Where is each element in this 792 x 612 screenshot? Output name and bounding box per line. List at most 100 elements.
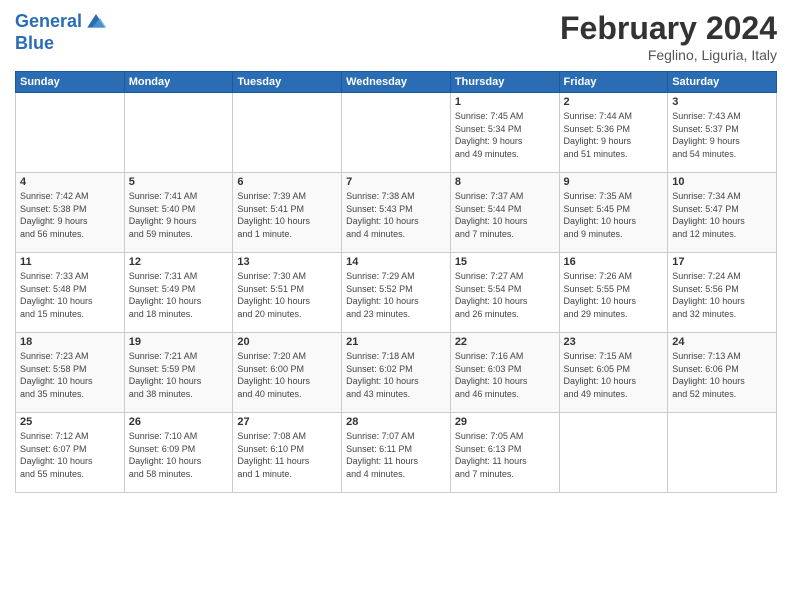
day-info: Sunrise: 7:10 AM Sunset: 6:09 PM Dayligh… xyxy=(129,430,229,480)
day-number: 29 xyxy=(455,416,555,428)
month-title: February 2024 xyxy=(560,10,777,47)
week-row-3: 11 Sunrise: 7:33 AM Sunset: 5:48 PM Dayli… xyxy=(16,253,777,333)
day-info: Sunrise: 7:24 AM Sunset: 5:56 PM Dayligh… xyxy=(672,270,772,320)
day-info: Sunrise: 7:45 AM Sunset: 5:34 PM Dayligh… xyxy=(455,110,555,160)
calendar-cell: 20Sunrise: 7:20 AM Sunset: 6:00 PM Dayli… xyxy=(233,333,342,413)
day-number: 7 xyxy=(346,176,446,188)
day-info: Sunrise: 7:34 AM Sunset: 5:47 PM Dayligh… xyxy=(672,190,772,240)
day-info: Sunrise: 7:30 AM Sunset: 5:51 PM Dayligh… xyxy=(237,270,337,320)
calendar-cell: 7Sunrise: 7:38 AM Sunset: 5:43 PM Daylig… xyxy=(342,173,451,253)
calendar-cell xyxy=(559,413,668,493)
day-number: 22 xyxy=(455,336,555,348)
weekday-monday: Monday xyxy=(124,72,233,93)
weekday-friday: Friday xyxy=(559,72,668,93)
day-info: Sunrise: 7:41 AM Sunset: 5:40 PM Dayligh… xyxy=(129,190,229,240)
week-row-5: 25 Sunrise: 7:12 AM Sunset: 6:07 PM Dayli… xyxy=(16,413,777,493)
day-number: 10 xyxy=(672,176,772,188)
week-row-1: 1 Sunrise: 7:45 AM Sunset: 5:34 PM Daylig… xyxy=(16,93,777,173)
title-block: February 2024 Feglino, Liguria, Italy xyxy=(560,10,777,63)
day-info: Sunrise: 7:31 AM Sunset: 5:49 PM Dayligh… xyxy=(129,270,229,320)
day-number: 8 xyxy=(455,176,555,188)
day-number: 25 xyxy=(20,416,120,428)
calendar-cell: 13 Sunrise: 7:30 AM Sunset: 5:51 PM Dayli… xyxy=(233,253,342,333)
calendar-cell xyxy=(16,93,125,173)
calendar-cell xyxy=(233,93,342,173)
day-info: Sunrise: 7:44 AM Sunset: 5:36 PM Dayligh… xyxy=(564,110,664,160)
logo-text: General xyxy=(15,12,82,32)
day-info: Sunrise: 7:15 AM Sunset: 6:05 PM Dayligh… xyxy=(564,350,664,400)
day-info: Sunrise: 7:27 AM Sunset: 5:54 PM Dayligh… xyxy=(455,270,555,320)
day-number: 24 xyxy=(672,336,772,348)
logo-icon xyxy=(84,10,108,34)
day-number: 2 xyxy=(564,96,664,108)
day-number: 6 xyxy=(237,176,337,188)
day-info: Sunrise: 7:21 AM Sunset: 5:59 PM Dayligh… xyxy=(129,350,229,400)
day-info: Sunrise: 7:08 AM Sunset: 6:10 PM Dayligh… xyxy=(237,430,337,480)
calendar-cell: 8Sunrise: 7:37 AM Sunset: 5:44 PM Daylig… xyxy=(450,173,559,253)
calendar-cell: 26 Sunrise: 7:10 AM Sunset: 6:09 PM Dayli… xyxy=(124,413,233,493)
calendar-cell: 6 Sunrise: 7:39 AM Sunset: 5:41 PM Daylig… xyxy=(233,173,342,253)
weekday-header-row: SundayMondayTuesdayWednesdayThursdayFrid… xyxy=(16,72,777,93)
day-number: 16 xyxy=(564,256,664,268)
day-info: Sunrise: 7:20 AM Sunset: 6:00 PM Dayligh… xyxy=(237,350,337,400)
calendar-cell: 4Sunrise: 7:42 AM Sunset: 5:38 PM Daylig… xyxy=(16,173,125,253)
calendar-cell: 29Sunrise: 7:05 AM Sunset: 6:13 PM Dayli… xyxy=(450,413,559,493)
calendar-cell: 18 Sunrise: 7:23 AM Sunset: 5:58 PM Dayli… xyxy=(16,333,125,413)
day-info: Sunrise: 7:43 AM Sunset: 5:37 PM Dayligh… xyxy=(672,110,772,160)
calendar-cell: 2 Sunrise: 7:44 AM Sunset: 5:36 PM Daylig… xyxy=(559,93,668,173)
day-number: 4 xyxy=(20,176,120,188)
weekday-tuesday: Tuesday xyxy=(233,72,342,93)
calendar-cell xyxy=(668,413,777,493)
weekday-wednesday: Wednesday xyxy=(342,72,451,93)
calendar-cell: 22 Sunrise: 7:16 AM Sunset: 6:03 PM Dayli… xyxy=(450,333,559,413)
day-info: Sunrise: 7:07 AM Sunset: 6:11 PM Dayligh… xyxy=(346,430,446,480)
weekday-thursday: Thursday xyxy=(450,72,559,93)
day-number: 26 xyxy=(129,416,229,428)
day-info: Sunrise: 7:33 AM Sunset: 5:48 PM Dayligh… xyxy=(20,270,120,320)
calendar-cell: 17 Sunrise: 7:24 AM Sunset: 5:56 PM Dayli… xyxy=(668,253,777,333)
weekday-saturday: Saturday xyxy=(668,72,777,93)
calendar-cell: 21 Sunrise: 7:18 AM Sunset: 6:02 PM Dayli… xyxy=(342,333,451,413)
day-number: 28 xyxy=(346,416,446,428)
day-number: 15 xyxy=(455,256,555,268)
day-number: 21 xyxy=(346,336,446,348)
calendar-cell: 11 Sunrise: 7:33 AM Sunset: 5:48 PM Dayli… xyxy=(16,253,125,333)
page: General Blue February 2024 Feglino, Ligu… xyxy=(0,0,792,612)
logo-line2: Blue xyxy=(15,34,108,54)
day-number: 23 xyxy=(564,336,664,348)
calendar-cell: 24Sunrise: 7:13 AM Sunset: 6:06 PM Dayli… xyxy=(668,333,777,413)
calendar-table: SundayMondayTuesdayWednesdayThursdayFrid… xyxy=(15,71,777,493)
calendar-cell: 10 Sunrise: 7:34 AM Sunset: 5:47 PM Dayli… xyxy=(668,173,777,253)
logo: General Blue xyxy=(15,10,108,54)
day-number: 12 xyxy=(129,256,229,268)
day-info: Sunrise: 7:18 AM Sunset: 6:02 PM Dayligh… xyxy=(346,350,446,400)
day-number: 19 xyxy=(129,336,229,348)
day-info: Sunrise: 7:39 AM Sunset: 5:41 PM Dayligh… xyxy=(237,190,337,240)
calendar-cell: 5 Sunrise: 7:41 AM Sunset: 5:40 PM Daylig… xyxy=(124,173,233,253)
day-number: 18 xyxy=(20,336,120,348)
calendar-cell: 3Sunrise: 7:43 AM Sunset: 5:37 PM Daylig… xyxy=(668,93,777,173)
day-info: Sunrise: 7:29 AM Sunset: 5:52 PM Dayligh… xyxy=(346,270,446,320)
day-info: Sunrise: 7:16 AM Sunset: 6:03 PM Dayligh… xyxy=(455,350,555,400)
day-info: Sunrise: 7:23 AM Sunset: 5:58 PM Dayligh… xyxy=(20,350,120,400)
calendar-cell: 23 Sunrise: 7:15 AM Sunset: 6:05 PM Dayli… xyxy=(559,333,668,413)
calendar-cell: 15 Sunrise: 7:27 AM Sunset: 5:54 PM Dayli… xyxy=(450,253,559,333)
calendar-cell: 1 Sunrise: 7:45 AM Sunset: 5:34 PM Daylig… xyxy=(450,93,559,173)
day-info: Sunrise: 7:12 AM Sunset: 6:07 PM Dayligh… xyxy=(20,430,120,480)
day-number: 5 xyxy=(129,176,229,188)
location-title: Feglino, Liguria, Italy xyxy=(560,47,777,63)
day-number: 13 xyxy=(237,256,337,268)
calendar-cell xyxy=(124,93,233,173)
calendar-cell: 9Sunrise: 7:35 AM Sunset: 5:45 PM Daylig… xyxy=(559,173,668,253)
day-number: 17 xyxy=(672,256,772,268)
day-number: 1 xyxy=(455,96,555,108)
day-info: Sunrise: 7:26 AM Sunset: 5:55 PM Dayligh… xyxy=(564,270,664,320)
day-number: 27 xyxy=(237,416,337,428)
weekday-sunday: Sunday xyxy=(16,72,125,93)
day-number: 11 xyxy=(20,256,120,268)
day-number: 14 xyxy=(346,256,446,268)
calendar-cell xyxy=(342,93,451,173)
day-info: Sunrise: 7:35 AM Sunset: 5:45 PM Dayligh… xyxy=(564,190,664,240)
calendar-cell: 14 Sunrise: 7:29 AM Sunset: 5:52 PM Dayli… xyxy=(342,253,451,333)
calendar-cell: 19 Sunrise: 7:21 AM Sunset: 5:59 PM Dayli… xyxy=(124,333,233,413)
